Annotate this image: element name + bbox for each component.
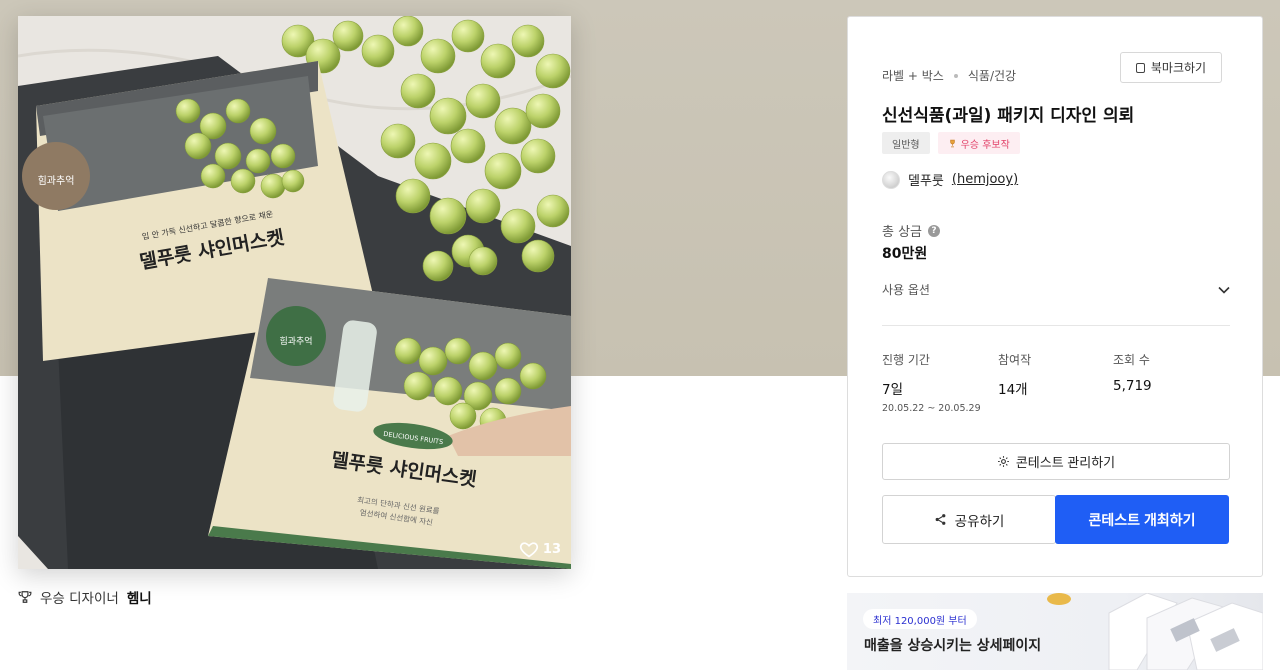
winner-name[interactable]: 헴니 [127,587,152,607]
author-name: 델푸룻 [908,174,944,189]
bookmark-icon [1135,62,1145,73]
breadcrumb: 라벨 + 박스 식품/건강 [882,67,1016,84]
help-icon[interactable]: ? [928,224,941,237]
share-icon [935,514,946,525]
stat-period-dates: 20.05.22 ~ 20.05.29 [882,403,981,414]
tag-candidate: 우승 후보작 [937,132,1020,154]
trophy-icon [18,591,32,603]
stat-period-label: 진행 기간 [882,353,930,367]
prize-label-text: 총 상금 [882,225,923,240]
winner-label: 우승 디자이너 [40,591,119,607]
stat-period-value: 7일 [882,382,904,398]
like-count: 13 [542,541,561,557]
breadcrumb-separator [953,73,958,78]
divider [882,325,1230,326]
stat-entries-value: 14개 [998,382,1028,398]
tag-list: 일반형 우승 후보작 [882,132,1020,154]
stat-entries-label: 참여작 [998,353,1032,367]
manage-contest-label: 콘테스트 관리하기 [1015,455,1116,470]
prize-label: 총 상금 ? [882,221,941,240]
bookmark-button[interactable]: 북마크하기 [1120,52,1222,83]
svg-text:힘과추억: 힘과추억 [38,175,75,187]
stat-period: 진행 기간 7일 20.05.22 ~ 20.05.29 [882,351,981,414]
avatar [882,170,900,189]
author-handle[interactable]: (hemjooy) [952,172,1018,187]
contest-title: 신선식품(과일) 패키지 디자인 의뢰 [882,106,1135,126]
chevron-down-icon [1218,286,1230,294]
prize-value: 80만원 [882,246,928,262]
usage-option-toggle[interactable]: 사용 옵션 [882,281,1230,298]
stat-entries: 참여작 14개 [998,351,1031,398]
ad-headline: 매출을 상승시키는 상세페이지 [864,638,1042,654]
manage-contest-button[interactable]: 콘테스트 관리하기 [882,443,1230,480]
tag-type: 일반형 [882,132,930,154]
ad-banner[interactable]: 최저 120,000원 부터 매출을 상승시키는 상세페이지 [847,593,1263,670]
stat-views-label: 조회 수 [1113,353,1150,367]
gear-icon [997,456,1009,467]
breadcrumb-category[interactable]: 라벨 + 박스 [882,67,944,84]
svg-text:힘과추억: 힘과추억 [279,335,312,347]
packaging-illustration: 힘과추억 입 안 가득 신선하고 달콤한 향으로 채운 델푸릇 샤인머스켓 힘과… [18,16,571,569]
heart-icon [519,542,538,558]
trophy-icon [949,139,955,147]
tag-candidate-label: 우승 후보작 [960,139,1010,151]
contest-info-card: 라벨 + 박스 식품/건강 북마크하기 신선식품(과일) 패키지 디자인 의뢰 … [847,16,1263,577]
share-button[interactable]: 공유하기 [882,495,1056,544]
stat-views: 조회 수 5,719 [1113,351,1152,394]
box-front: 힘과추억 DELICIOUS FRUITS 델푸릇 샤인머스켓 최고의 단하과 … [208,278,571,569]
bookmark-label: 북마크하기 [1150,61,1207,75]
like-counter[interactable]: 13 [519,539,561,559]
stat-views-value: 5,719 [1113,378,1152,394]
product-image[interactable]: 힘과추억 입 안 가득 신선하고 달콤한 향으로 채운 델푸릇 샤인머스켓 힘과… [18,16,571,569]
ad-illustration [1047,593,1263,670]
author[interactable]: 델푸룻 (hemjooy) [882,170,1018,189]
share-label: 공유하기 [954,513,1005,529]
host-contest-button[interactable]: 콘테스트 개최하기 [1055,495,1229,544]
ad-price-badge: 최저 120,000원 부터 [863,609,977,629]
winner-info: 우승 디자이너 헴니 [18,587,152,607]
usage-option-label: 사용 옵션 [882,283,930,297]
breadcrumb-subcategory[interactable]: 식품/건강 [968,67,1016,84]
